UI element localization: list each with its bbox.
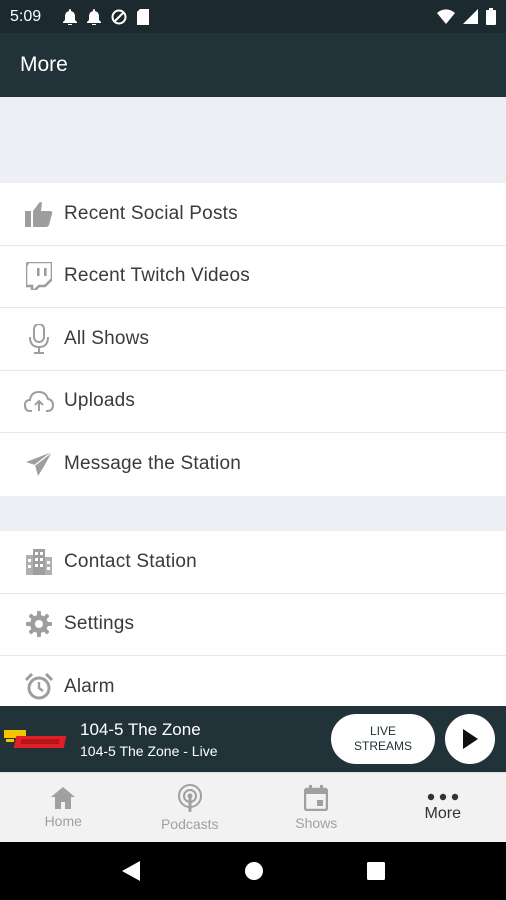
play-button[interactable]: [445, 714, 495, 764]
menu-item-recent-twitch-videos[interactable]: Recent Twitch Videos: [0, 246, 506, 308]
menu-item-settings[interactable]: Settings: [0, 594, 506, 656]
more-dots-icon: [427, 793, 458, 800]
sd-card-icon: [137, 8, 150, 25]
twitch-icon: [24, 261, 54, 291]
menu-item-uploads[interactable]: Uploads: [0, 371, 506, 433]
station-subtitle: 104-5 The Zone - Live: [80, 742, 218, 759]
gear-icon: [24, 609, 54, 639]
bottom-navigation: Home Podcasts Shows More: [0, 772, 506, 842]
wifi-icon: [437, 9, 455, 24]
menu-item-label: Recent Twitch Videos: [64, 265, 251, 287]
home-circle-icon[interactable]: [244, 861, 264, 881]
notification-bell-icon: [87, 8, 102, 25]
signal-icon: [463, 9, 478, 24]
menu-item-all-shows[interactable]: All Shows: [0, 308, 506, 371]
top-spacer: [0, 97, 506, 183]
tab-label: Podcasts: [160, 815, 219, 832]
tab-label: Home: [44, 812, 82, 829]
menu-group-secondary: Contact Station Settings Alarm: [0, 531, 506, 719]
podcast-icon: [177, 783, 202, 812]
menu-item-label: Contact Station: [64, 550, 197, 572]
menu-item-label: Recent Social Posts: [64, 202, 238, 224]
station-logo: [0, 706, 72, 772]
tab-label: More: [424, 804, 461, 822]
status-bar: 5:09: [0, 0, 506, 33]
tab-more[interactable]: More: [380, 773, 506, 842]
menu-item-contact-station[interactable]: Contact Station: [0, 531, 506, 594]
cloud-upload-icon: [24, 386, 54, 416]
page-title: More: [20, 53, 68, 76]
menu-group-primary: Recent Social Posts Recent Twitch Videos…: [0, 183, 506, 496]
menu-item-label: Uploads: [64, 390, 136, 412]
calendar-icon: [304, 784, 329, 811]
thumbs-up-icon: [24, 199, 54, 229]
status-time: 5:09: [10, 7, 42, 25]
tab-shows[interactable]: Shows: [253, 773, 380, 842]
tab-podcasts[interactable]: Podcasts: [127, 773, 254, 842]
back-icon[interactable]: [121, 860, 141, 882]
menu-item-label: Alarm: [64, 676, 115, 698]
menu-item-label: Message the Station: [64, 453, 242, 475]
battery-icon: [486, 8, 496, 25]
play-icon: [463, 729, 478, 749]
system-navigation-bar: [0, 842, 506, 900]
tab-label: Shows: [295, 814, 338, 831]
menu-item-label: All Shows: [64, 327, 150, 349]
microphone-icon: [24, 323, 54, 354]
paper-plane-icon: [24, 449, 54, 479]
menu-item-label: Settings: [64, 613, 135, 635]
tab-home[interactable]: Home: [0, 773, 127, 842]
home-icon: [51, 786, 76, 809]
now-playing-bar[interactable]: 104-5 The Zone 104-5 The Zone - Live LIV…: [0, 706, 506, 772]
app-bar: More: [0, 33, 506, 97]
building-icon: [24, 547, 54, 577]
alarm-clock-icon: [24, 672, 54, 702]
data-saver-icon: [111, 9, 127, 24]
live-streams-button[interactable]: LIVE STREAMS: [331, 714, 435, 764]
menu-item-recent-social-posts[interactable]: Recent Social Posts: [0, 183, 506, 246]
recents-square-icon[interactable]: [366, 862, 385, 880]
notification-bell-icon: [63, 8, 78, 25]
station-title: 104-5 The Zone: [80, 719, 201, 739]
menu-item-message-the-station[interactable]: Message the Station: [0, 433, 506, 496]
